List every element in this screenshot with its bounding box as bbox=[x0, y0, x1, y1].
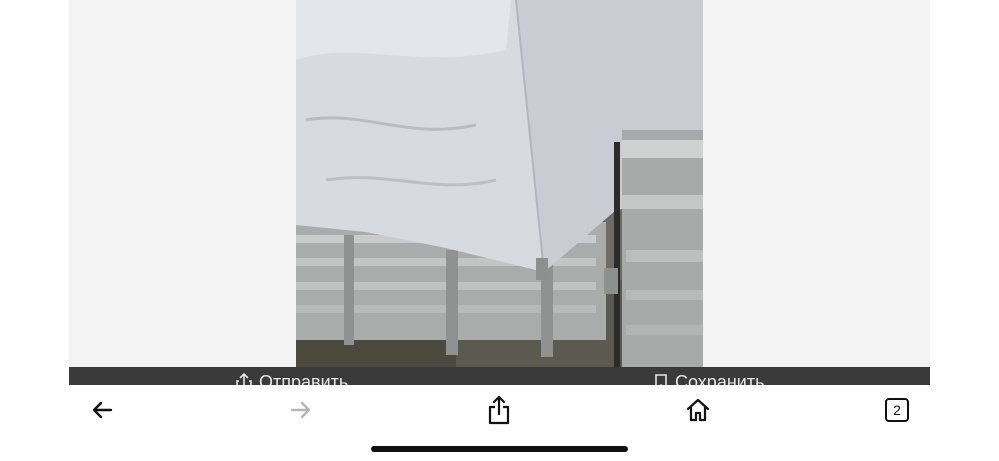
send-action[interactable]: Отправить bbox=[235, 370, 348, 385]
arrow-right-icon bbox=[290, 401, 311, 419]
image-action-bar: Отправить Сохранить bbox=[69, 367, 930, 385]
tabs-button[interactable]: 2 bbox=[875, 393, 919, 427]
back-button[interactable] bbox=[80, 393, 124, 427]
home-icon bbox=[686, 398, 710, 422]
share-icon bbox=[236, 372, 252, 385]
home-indicator-bar[interactable] bbox=[371, 446, 628, 452]
save-action[interactable]: Сохранить bbox=[653, 370, 764, 385]
arrow-left-icon bbox=[92, 401, 113, 419]
trailer-photo[interactable] bbox=[296, 0, 703, 367]
share-icon bbox=[488, 395, 510, 425]
bookmark-icon bbox=[655, 374, 667, 385]
save-label: Сохранить bbox=[675, 372, 765, 385]
share-button[interactable] bbox=[477, 393, 521, 427]
send-label: Отправить bbox=[259, 372, 349, 385]
home-button[interactable] bbox=[676, 393, 720, 427]
forward-button[interactable] bbox=[279, 393, 323, 427]
tabs-count-badge: 2 bbox=[885, 398, 909, 422]
